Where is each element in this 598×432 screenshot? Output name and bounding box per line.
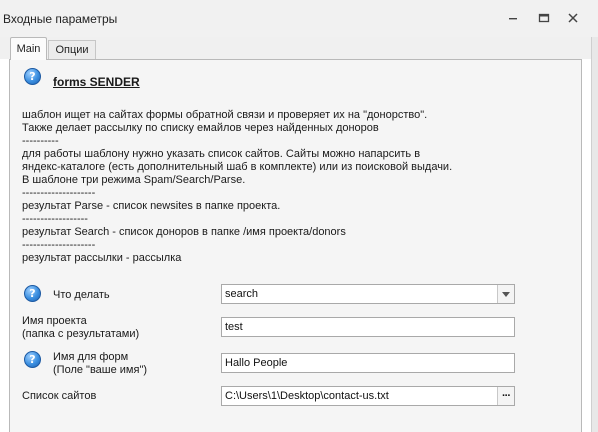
- description-line: В шаблоне три режима Spam/Search/Parse.: [22, 174, 246, 186]
- description-separator: ------------------: [22, 213, 88, 225]
- tab-bar: Main Опции: [0, 37, 591, 60]
- description-separator: --------------------: [22, 187, 96, 199]
- window-title: Входные параметры: [3, 12, 118, 26]
- form-name-label: Имя для форм: [53, 351, 129, 363]
- minimize-icon[interactable]: [505, 10, 521, 26]
- form-name-input[interactable]: Hallo People: [221, 353, 515, 373]
- sites-file-input[interactable]: C:\Users\1\Desktop\contact-us.txt ···: [221, 386, 515, 406]
- sites-file-value: C:\Users\1\Desktop\contact-us.txt: [225, 390, 389, 402]
- description-separator: ----------: [22, 135, 59, 147]
- help-icon[interactable]: ?: [24, 68, 41, 85]
- form-name-value: Hallo People: [225, 357, 288, 369]
- window-titlebar: Входные параметры: [0, 0, 598, 37]
- description-line: результат рассылки - рассылка: [22, 252, 182, 264]
- description-line: для работы шаблону нужно указать список …: [22, 148, 421, 160]
- description-line: результат Parse - список newsites в папк…: [22, 200, 281, 212]
- project-name-value: test: [225, 321, 243, 333]
- form-name-help-icon[interactable]: ?: [24, 351, 41, 368]
- action-value: search: [225, 288, 259, 300]
- description-line: шаблон ищет на сайтах формы обратной свя…: [22, 109, 428, 121]
- browse-button[interactable]: ···: [497, 387, 514, 405]
- maximize-icon[interactable]: [536, 10, 552, 26]
- project-name-input[interactable]: test: [221, 317, 515, 337]
- description-line: результат Search - список доноров в папк…: [22, 226, 346, 238]
- action-help-icon[interactable]: ?: [24, 285, 41, 302]
- description-separator: --------------------: [22, 239, 96, 251]
- project-label: Имя проекта: [22, 315, 87, 327]
- tab-main[interactable]: Main: [10, 37, 47, 60]
- action-select[interactable]: search: [221, 284, 515, 304]
- close-icon[interactable]: [565, 10, 581, 26]
- chevron-down-icon[interactable]: [497, 285, 514, 303]
- template-title: forms SENDER: [53, 75, 140, 89]
- window-right-edge: [591, 37, 598, 432]
- description-line: яндекс-каталоге (есть дополнительный шаб…: [22, 161, 453, 173]
- project-sublabel: (папка с результатами): [22, 328, 140, 340]
- form-name-sublabel: (Поле "ваше имя"): [53, 364, 148, 376]
- tab-options[interactable]: Опции: [48, 40, 96, 59]
- sites-label: Список сайтов: [22, 390, 97, 402]
- action-label: Что делать: [53, 289, 110, 301]
- description-line: Также делает рассылку по списку емайлов …: [22, 122, 379, 134]
